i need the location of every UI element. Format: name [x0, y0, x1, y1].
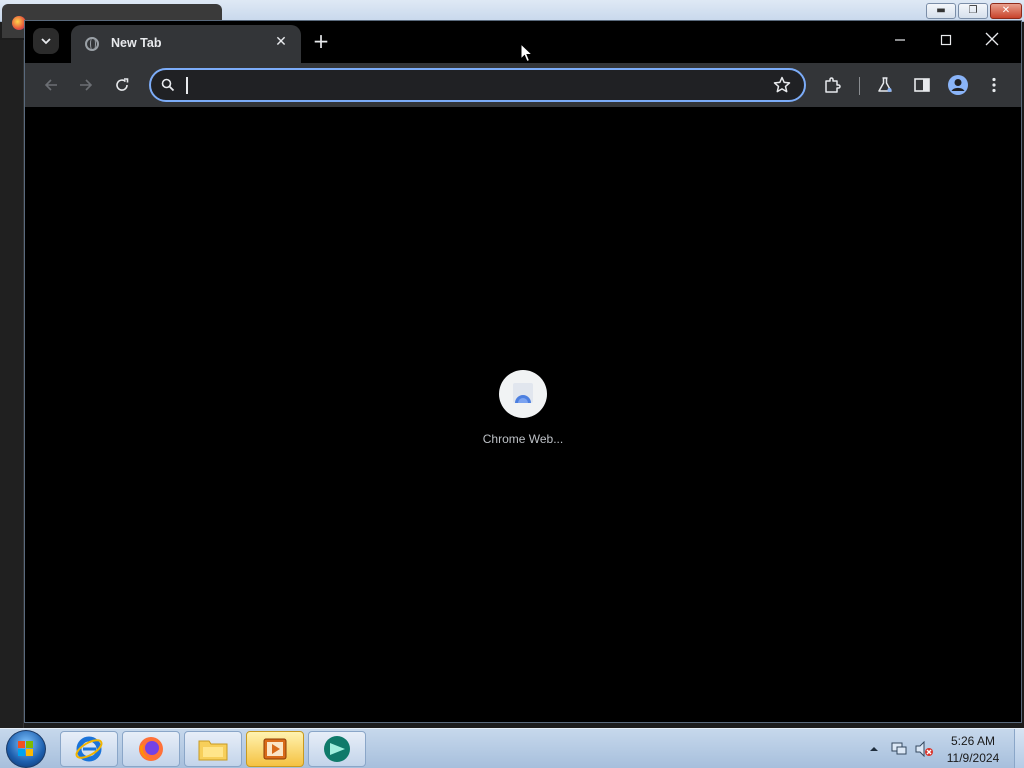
maximize-icon — [940, 34, 952, 46]
folder-icon — [198, 740, 228, 761]
reload-icon — [116, 78, 129, 91]
taskbar-app-media-player[interactable] — [246, 731, 304, 767]
background-minimize-button[interactable]: ▬ — [926, 3, 956, 19]
arrow-right-icon — [80, 79, 93, 91]
volume-muted-icon[interactable] — [914, 741, 934, 757]
ie-icon — [75, 736, 103, 762]
minimize-icon — [895, 39, 905, 41]
minimize-button[interactable] — [877, 29, 923, 55]
plus-icon: + — [312, 29, 330, 53]
toolbar — [25, 63, 1021, 107]
toolbar-divider — [859, 77, 860, 95]
shortcut-label: Chrome Web... — [482, 432, 564, 446]
media-player-icon — [263, 738, 287, 760]
show-desktop-button[interactable] — [1014, 729, 1024, 768]
network-icon[interactable] — [890, 741, 908, 757]
bookmark-star-button[interactable] — [772, 75, 792, 95]
arrow-left-icon — [44, 79, 57, 91]
taskbar: 5:26 AM 11/9/2024 — [0, 728, 1024, 768]
shortcut-tile-chrome-web-store[interactable]: Chrome Web... — [473, 370, 573, 446]
firefox-icon — [139, 737, 163, 761]
taskbar-app-internet-explorer[interactable] — [60, 731, 118, 767]
close-icon: ✕ — [275, 34, 287, 50]
star-icon — [773, 76, 791, 93]
text-caret — [186, 77, 188, 94]
tab-new-tab[interactable]: New Tab ✕ — [71, 25, 301, 63]
shortcut-icon-circle — [499, 370, 547, 418]
background-window-sidebar — [0, 40, 24, 728]
back-button[interactable] — [37, 71, 65, 99]
close-tab-button[interactable]: ✕ — [273, 34, 289, 50]
close-icon — [985, 32, 999, 46]
taskbar-app-firefox[interactable] — [122, 731, 180, 767]
puzzle-icon — [825, 77, 841, 93]
close-window-button[interactable] — [969, 29, 1015, 55]
side-panel-icon — [914, 78, 930, 92]
search-icon — [161, 78, 175, 92]
show-hidden-icons-arrow-icon[interactable] — [869, 744, 879, 754]
taskbar-app-green[interactable] — [308, 731, 366, 767]
tab-search-button[interactable] — [33, 28, 59, 54]
chevron-down-icon — [41, 38, 51, 45]
flask-icon — [878, 77, 892, 92]
new-tab-button[interactable]: + — [309, 30, 333, 54]
background-restore-button[interactable]: ❐ — [958, 3, 988, 19]
start-button[interactable] — [6, 730, 46, 768]
reload-button[interactable] — [108, 71, 136, 99]
taskbar-app-file-explorer[interactable] — [184, 731, 242, 767]
globe-icon — [85, 37, 99, 51]
tab-title: New Tab — [111, 36, 162, 50]
chrome-web-store-icon — [513, 383, 533, 403]
clock-date[interactable]: 11/9/2024 — [938, 751, 1008, 765]
clock-time[interactable]: 5:26 AM — [938, 734, 1008, 748]
menu-button[interactable] — [982, 73, 1006, 97]
windows-logo-icon — [18, 741, 33, 756]
green-app-icon — [324, 736, 350, 762]
labs-button[interactable] — [873, 73, 897, 97]
maximize-button[interactable] — [923, 29, 969, 55]
new-tab-page: Chrome Web... — [28, 107, 1018, 721]
profile-button[interactable] — [946, 73, 970, 97]
chrome-window: New Tab ✕ + Chrome Web... — [24, 20, 1022, 723]
omnibox-input[interactable] — [149, 68, 806, 102]
mouse-cursor-icon — [520, 43, 534, 63]
more-vertical-icon — [992, 77, 996, 93]
forward-button[interactable] — [72, 71, 100, 99]
avatar-icon — [948, 75, 968, 95]
side-panel-button[interactable] — [910, 73, 934, 97]
background-close-button[interactable]: ✕ — [990, 3, 1022, 19]
extensions-button[interactable] — [820, 73, 844, 97]
